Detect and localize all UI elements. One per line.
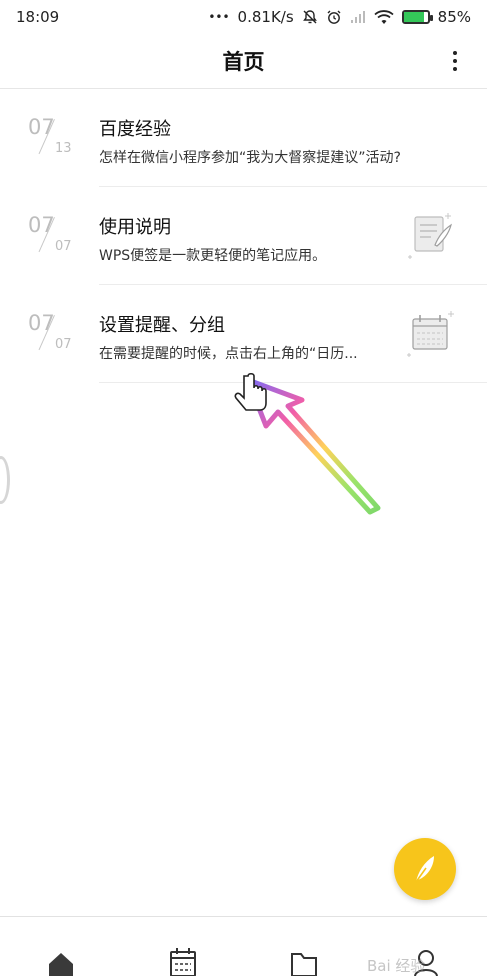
note-subtitle: WPS便签是一款更轻便的笔记应用。	[99, 248, 327, 264]
signal-icon	[350, 10, 366, 24]
more-options-button[interactable]	[443, 46, 467, 76]
note-document-icon	[408, 213, 452, 259]
notes-list: 07 13 百度经验 怎样在微信小程序参加“我为大督察提建议”活动? 07 07…	[0, 89, 487, 383]
nav-home[interactable]	[31, 917, 91, 976]
pointer-arrow-annotation	[234, 372, 381, 515]
note-date-day: 07	[55, 337, 72, 352]
hand-cursor-icon	[234, 372, 267, 411]
note-title: 设置提醒、分组	[99, 315, 225, 336]
status-dots: •••	[208, 10, 230, 24]
home-icon	[48, 952, 73, 976]
side-pull-handle[interactable]	[0, 456, 10, 504]
folder-icon	[291, 952, 318, 976]
note-date: 07 07	[28, 213, 78, 257]
feather-pen-icon	[415, 856, 434, 883]
page-title: 首页	[222, 50, 265, 74]
note-date: 07 07	[28, 311, 78, 355]
note-date: 07 13	[28, 115, 78, 159]
note-calendar-icon	[407, 311, 454, 357]
more-dot-icon	[453, 59, 457, 63]
note-title: 百度经验	[99, 119, 171, 140]
note-item[interactable]: 07 07 使用说明 WPS便签是一款更轻便的笔记应用。	[0, 187, 487, 285]
wifi-icon	[374, 9, 394, 25]
baidu-jingyan-watermark: Bai 经验	[367, 957, 426, 975]
network-speed: 0.81K/s	[237, 8, 294, 26]
app-header: 首页	[0, 34, 487, 89]
note-item[interactable]: 07 07 设置提醒、分组 在需要提醒的时候，点击右上角的“日历...	[0, 285, 487, 383]
note-date-day: 13	[55, 141, 72, 156]
status-bar: 18:09 ••• 0.81K/s 85%	[0, 0, 487, 34]
note-item[interactable]: 07 13 百度经验 怎样在微信小程序参加“我为大督察提建议”活动?	[0, 89, 487, 187]
status-indicators: ••• 0.81K/s 85%	[208, 8, 471, 26]
calendar-icon	[169, 947, 196, 976]
more-dot-icon	[453, 51, 457, 55]
note-title: 使用说明	[99, 217, 171, 238]
note-subtitle: 在需要提醒的时候，点击右上角的“日历...	[99, 346, 358, 362]
nav-calendar[interactable]	[153, 917, 213, 976]
more-dot-icon	[453, 67, 457, 71]
battery-percent: 85%	[437, 8, 471, 26]
battery-level-bar	[403, 12, 425, 22]
status-time: 18:09	[16, 8, 60, 26]
nav-folders[interactable]	[274, 917, 334, 976]
note-date-day: 07	[55, 239, 72, 254]
note-subtitle: 怎样在微信小程序参加“我为大督察提建议”活动?	[99, 150, 401, 166]
battery-icon	[401, 10, 433, 24]
new-note-button[interactable]	[394, 838, 456, 900]
alarm-icon	[326, 9, 342, 25]
mute-icon	[302, 9, 318, 25]
